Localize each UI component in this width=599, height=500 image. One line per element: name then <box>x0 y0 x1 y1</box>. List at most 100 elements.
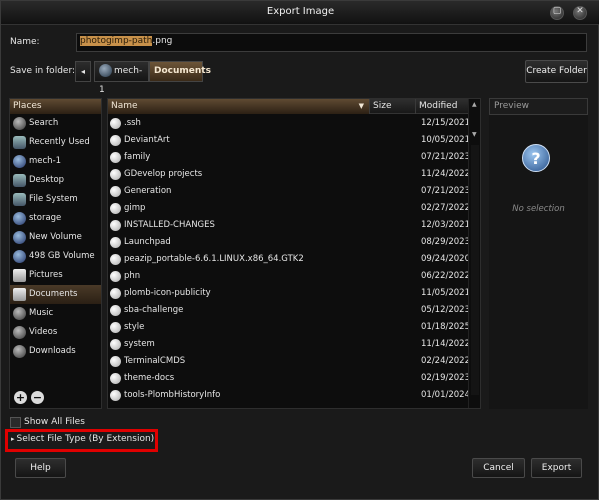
export-button[interactable]: Export <box>531 458 582 478</box>
checkbox-box[interactable] <box>10 417 21 428</box>
folder-icon <box>110 322 121 333</box>
table-row[interactable]: .ssh 12/15/2021 <box>108 115 470 132</box>
table-row[interactable]: GDevelop projects 11/24/2022 <box>108 166 470 183</box>
file-system-icon <box>13 193 26 206</box>
place-videos[interactable]: Videos <box>10 323 101 342</box>
place-mech-1[interactable]: mech-1 <box>10 152 101 171</box>
table-row[interactable]: family 07/21/2023 <box>108 149 470 166</box>
folder-icon <box>110 135 121 146</box>
place-label: 498 GB Volume <box>29 251 95 261</box>
table-row[interactable]: Launchpad 08/29/2023 <box>108 234 470 251</box>
breadcrumb-documents[interactable]: Documents <box>149 61 211 82</box>
file-name: .ssh <box>124 118 141 128</box>
file-name: TerminalCMDS <box>124 356 186 366</box>
folder-icon <box>110 390 121 401</box>
table-row[interactable]: Generation 07/21/2023 <box>108 183 470 200</box>
file-name: Generation <box>124 186 172 196</box>
breadcrumb-mech-1[interactable]: mech-1 <box>94 61 149 95</box>
file-modified: 09/24/2020 <box>421 254 470 264</box>
path-back-button[interactable]: ◂ <box>75 61 91 82</box>
drive-icon <box>13 231 26 244</box>
places-header[interactable]: Places <box>10 99 101 114</box>
place-label: New Volume <box>29 232 82 242</box>
folder-icon <box>110 169 121 180</box>
folder-icon <box>13 269 26 282</box>
place-storage[interactable]: storage <box>10 209 101 228</box>
table-row[interactable]: phn 06/22/2022 <box>108 268 470 285</box>
file-list-scrollbar[interactable]: ▲ ▼ <box>468 99 480 408</box>
file-modified: 02/27/2022 <box>421 203 470 213</box>
column-name-header[interactable]: Name ▼ <box>108 99 370 114</box>
maximize-button[interactable]: ▢ <box>550 6 564 20</box>
table-row[interactable]: INSTALLED-CHANGES 12/03/2021 <box>108 217 470 234</box>
folder-icon <box>110 305 121 316</box>
place-recently-used[interactable]: Recently Used <box>10 133 101 152</box>
file-name: system <box>124 339 155 349</box>
column-modified-header[interactable]: Modified <box>416 99 468 114</box>
preview-panel: Preview ? No selection <box>489 98 588 409</box>
table-row[interactable]: theme-docs 02/19/2023 <box>108 370 470 387</box>
dialog-title: Export Image <box>266 6 335 17</box>
file-modified: 08/29/2023 <box>421 237 470 247</box>
drive-icon <box>13 212 26 225</box>
file-name: peazip_portable-6.6.1.LINUX.x86_64.GTK2 <box>124 254 304 264</box>
cancel-button[interactable]: Cancel <box>472 458 525 478</box>
file-modified: 12/03/2021 <box>421 220 470 230</box>
place-498gb-volume[interactable]: 498 GB Volume <box>10 247 101 266</box>
scroll-down-icon[interactable]: ▼ <box>472 131 477 138</box>
place-search[interactable]: Search <box>10 114 101 133</box>
place-music[interactable]: Music <box>10 304 101 323</box>
place-pictures[interactable]: Pictures <box>10 266 101 285</box>
place-label: storage <box>29 213 62 223</box>
place-label: File System <box>29 194 78 204</box>
expander-arrow-icon: ▸ <box>11 435 15 443</box>
remove-bookmark-button[interactable]: − <box>31 391 44 404</box>
drive-icon <box>13 250 26 263</box>
column-size-header[interactable]: Size <box>370 99 416 114</box>
add-bookmark-button[interactable]: + <box>14 391 27 404</box>
table-row[interactable]: sba-challenge 05/12/2023 <box>108 302 470 319</box>
desktop-icon <box>13 174 26 187</box>
file-name: INSTALLED-CHANGES <box>124 220 215 230</box>
table-row[interactable]: plomb-icon-publicity 11/05/2021 <box>108 285 470 302</box>
file-modified: 11/24/2022 <box>421 169 470 179</box>
create-folder-button[interactable]: Create Folder <box>525 60 588 83</box>
file-list: Name ▼ Size Modified .ssh 12/15/2021 Devian… <box>107 98 481 409</box>
file-name: Launchpad <box>124 237 171 247</box>
scrollbar-thumb[interactable] <box>471 145 479 395</box>
table-row[interactable]: tools-PlombHistoryInfo 01/01/2024 <box>108 387 470 404</box>
table-row[interactable]: system 11/14/2022 <box>108 336 470 353</box>
place-downloads[interactable]: Downloads <box>10 342 101 361</box>
show-all-files-label: Show All Files <box>24 417 85 427</box>
folder-icon <box>110 186 121 197</box>
file-modified: 05/12/2023 <box>421 305 470 315</box>
table-row[interactable]: style 01/18/2025 <box>108 319 470 336</box>
file-name: family <box>124 152 151 162</box>
place-label: Downloads <box>29 346 76 356</box>
place-documents[interactable]: Documents <box>10 285 101 304</box>
select-file-type-expander[interactable]: ▸ Select File Type (By Extension) <box>11 434 154 444</box>
folder-icon <box>110 237 121 248</box>
table-row[interactable]: peazip_portable-6.6.1.LINUX.x86_64.GTK2 0… <box>108 251 470 268</box>
table-row[interactable]: TerminalCMDS 02/24/2022 <box>108 353 470 370</box>
file-modified: 06/22/2022 <box>421 271 470 281</box>
folder-icon <box>110 118 121 129</box>
place-label: Documents <box>29 289 78 299</box>
help-button[interactable]: Help <box>15 458 66 478</box>
question-mark-icon: ? <box>522 144 550 172</box>
folder-icon <box>110 288 121 299</box>
sort-descending-icon: ▼ <box>358 102 364 110</box>
file-name: sba-challenge <box>124 305 184 315</box>
close-button[interactable]: ✕ <box>573 6 587 20</box>
folder-icon <box>13 326 26 339</box>
table-row[interactable]: gimp 02/27/2022 <box>108 200 470 217</box>
place-new-volume[interactable]: New Volume <box>10 228 101 247</box>
breadcrumb-label: Documents <box>154 66 211 76</box>
scroll-up-icon[interactable]: ▲ <box>472 101 477 108</box>
table-row[interactable]: DeviantArt 10/05/2021 <box>108 132 470 149</box>
file-list-header: Name ▼ Size Modified <box>108 99 480 114</box>
place-desktop[interactable]: Desktop <box>10 171 101 190</box>
place-label: Videos <box>29 327 58 337</box>
filename-input[interactable]: photogimp-path.png <box>76 33 587 52</box>
place-file-system[interactable]: File System <box>10 190 101 209</box>
